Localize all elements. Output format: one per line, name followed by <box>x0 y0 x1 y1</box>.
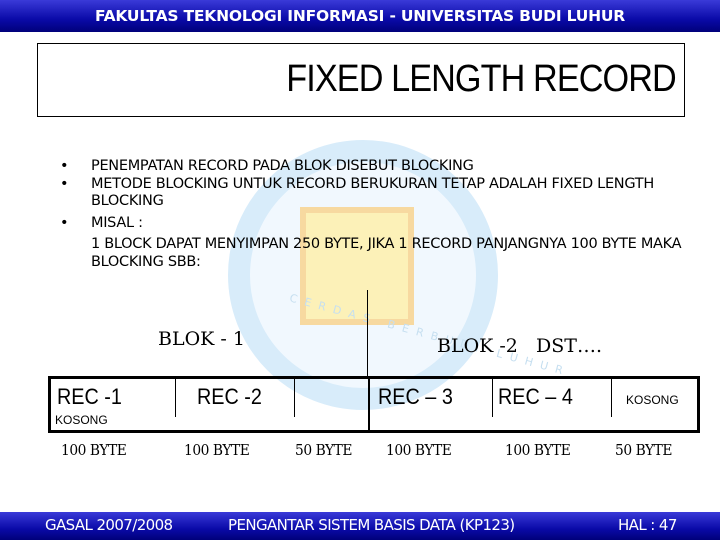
bullet-icon: • <box>60 214 69 231</box>
size-label: 100 BYTE <box>505 441 571 459</box>
block-diagram: REC -1 KOSONG REC -2 REC – 3 REC – 4 KOS… <box>48 376 700 433</box>
footer-page: HAL : 47 <box>618 516 677 534</box>
bullet-text: PENEMPATAN RECORD PADA BLOK DISEBUT BLOC… <box>91 158 474 174</box>
size-label: 100 BYTE <box>184 441 250 459</box>
slide-footer: GASAL 2007/2008 PENGANTAR SISTEM BASIS D… <box>0 512 720 540</box>
size-label: 50 BYTE <box>295 441 353 459</box>
bullet-icon: • <box>60 158 69 174</box>
footer-course: PENGANTAR SISTEM BASIS DATA (KP123) <box>228 516 515 534</box>
block-divider <box>368 376 370 430</box>
blok-2-label: BLOK -2 DST…. <box>437 335 602 357</box>
slide-title: FIXED LENGTH RECORD <box>286 58 676 100</box>
bullet-icon: • <box>60 175 69 192</box>
record-3: REC – 3 <box>378 384 453 409</box>
size-label: 100 BYTE <box>61 441 127 459</box>
record-2: REC -2 <box>197 384 262 409</box>
block-boundary-line <box>367 290 368 378</box>
footer-semester: GASAL 2007/2008 <box>45 516 173 534</box>
divider <box>175 379 176 417</box>
example-text: 1 BLOCK DAPAT MENYIMPAN 250 BYTE, JIKA 1… <box>60 236 700 271</box>
bullet-item: • PENEMPATAN RECORD PADA BLOK DISEBUT BLO… <box>60 158 700 176</box>
bullet-text: METODE BLOCKING UNTUK RECORD BERUKURAN T… <box>91 175 654 210</box>
slide-header: FAKULTAS TEKNOLOGI INFORMASI - UNIVERSIT… <box>0 0 720 32</box>
bullet-item: • METODE BLOCKING UNTUK RECORD BERUKURAN … <box>60 176 690 211</box>
blok-1-label: BLOK - 1 <box>158 328 245 350</box>
divider <box>294 379 295 417</box>
empty-label: KOSONG <box>55 413 108 427</box>
title-box: FIXED LENGTH RECORD <box>37 43 685 117</box>
size-label: 50 BYTE <box>615 441 673 459</box>
example-text-content: 1 BLOCK DAPAT MENYIMPAN 250 BYTE, JIKA 1… <box>91 236 682 270</box>
bullet-text: MISAL : <box>91 214 143 231</box>
record-4: REC – 4 <box>498 384 573 409</box>
bullet-item: • MISAL : <box>60 215 700 233</box>
empty-label: KOSONG <box>626 393 679 407</box>
bullet-list: • PENEMPATAN RECORD PADA BLOK DISEBUT BLO… <box>60 158 700 271</box>
record-1: REC -1 <box>57 384 122 409</box>
divider <box>611 379 612 417</box>
size-label: 100 BYTE <box>386 441 452 459</box>
divider <box>492 379 493 417</box>
